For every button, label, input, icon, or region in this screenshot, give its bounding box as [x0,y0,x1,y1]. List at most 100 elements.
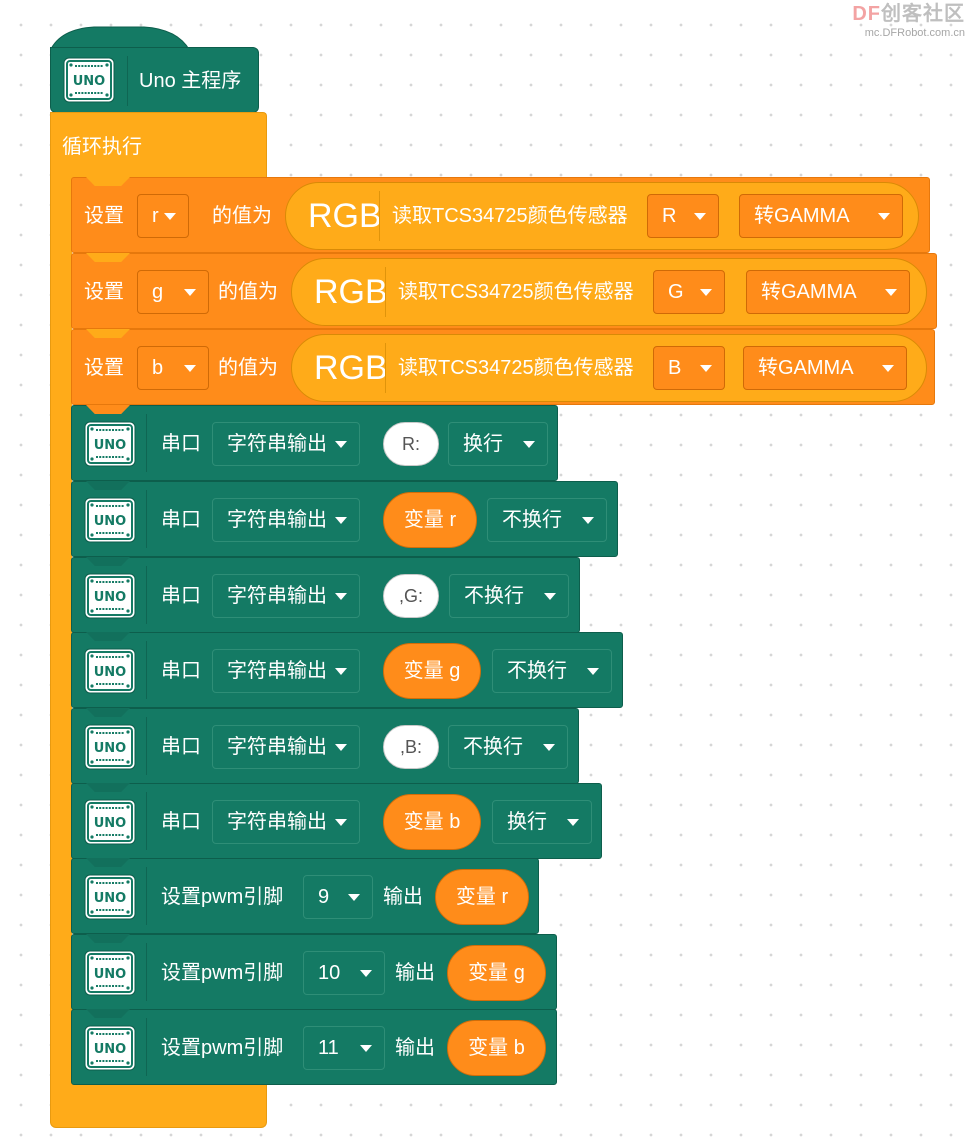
pwm-pin-dropdown[interactable]: 10 [303,951,385,995]
serial-label: 串口 [161,433,201,455]
uno-board-graphic: UNO [63,57,115,103]
reporter-separator [379,191,380,241]
caret-down-icon [335,668,347,675]
uno-board-icon: UNO [83,798,137,846]
main-program-hat-block[interactable]: UNO Uno 主程序 [50,25,259,113]
set-label: 设置 [84,281,124,303]
serial-label: 串口 [161,811,201,833]
variable-reporter[interactable]: 变量 b [447,1020,546,1076]
serial-print-block[interactable]: UNO 串口 字符串输出 ,B: 不换行 [71,708,579,784]
gamma-dropdown-value: 转GAMMA [761,281,857,303]
read-sensor-label: 读取TCS34725颜色传感器 [398,357,634,379]
gamma-dropdown[interactable]: 转GAMMA [743,346,907,390]
set-variable-block-g[interactable]: 设置 g 的值为 RGB 读取TCS34725颜色传感器 G 转GAMMA [71,253,937,329]
set-variable-block-r[interactable]: 设置 r 的值为 RGB 读取TCS34725颜色传感器 R 转GAMMA [71,177,930,253]
variable-reporter[interactable]: 变量 r [435,869,529,925]
reporter-separator [385,267,386,317]
caret-down-icon [544,593,556,600]
variable-reporter[interactable]: 变量 r [383,492,477,548]
newline-value: 不换行 [502,509,562,531]
serial-mode-dropdown[interactable]: 字符串输出 [212,574,360,618]
block-notch [86,405,130,414]
block-notch [86,783,130,792]
newline-value: 不换行 [463,736,523,758]
uno-board-icon: UNO [62,56,116,104]
channel-dropdown[interactable]: B [653,346,725,390]
serial-print-block[interactable]: UNO 串口 字符串输出 变量 g 不换行 [71,632,623,708]
serial-print-block[interactable]: UNO 串口 字符串输出 变量 r 不换行 [71,481,618,557]
uno-board-graphic: UNO [84,724,136,770]
rgb-sensor-reporter[interactable]: RGB 读取TCS34725颜色传感器 R 转GAMMA [285,182,919,250]
newline-dropdown[interactable]: 不换行 [492,649,612,693]
hat-separator [127,56,128,106]
caret-down-icon [335,744,347,751]
rgb-sensor-reporter[interactable]: RGB 读取TCS34725颜色传感器 B 转GAMMA [291,334,927,402]
rgb-label: RGB [314,349,388,387]
string-input[interactable]: ,B: [383,725,439,769]
serial-mode-dropdown[interactable]: 字符串输出 [212,422,360,466]
pwm-pin-dropdown[interactable]: 11 [303,1026,385,1070]
caret-down-icon [882,365,894,372]
assign-label: 的值为 [212,205,272,227]
variable-dropdown[interactable]: b [137,346,209,390]
rgb-sensor-reporter[interactable]: RGB 读取TCS34725颜色传感器 G 转GAMMA [291,258,927,326]
channel-dropdown-value: B [668,357,682,379]
pwm-output-block[interactable]: UNO 设置pwm引脚 10 输出 变量 g [71,934,557,1010]
forever-loop-block[interactable]: 循环执行 [50,112,267,178]
serial-print-block[interactable]: UNO 串口 字符串输出 ,G: 不换行 [71,557,580,633]
newline-dropdown[interactable]: 换行 [448,422,548,466]
uno-board-graphic: UNO [84,497,136,543]
channel-dropdown[interactable]: G [653,270,725,314]
block-notch [86,934,130,943]
serial-mode-dropdown[interactable]: 字符串输出 [212,649,360,693]
serial-print-block[interactable]: UNO 串口 字符串输出 变量 b 换行 [71,783,602,859]
newline-value: 不换行 [464,585,524,607]
output-label: 输出 [395,962,435,984]
newline-dropdown[interactable]: 换行 [492,800,592,844]
uno-board-icon: UNO [83,873,137,921]
variable-dropdown[interactable]: r [137,194,189,238]
caret-down-icon [360,970,372,977]
hat-body: UNO Uno 主程序 [50,47,259,113]
variable-reporter[interactable]: 变量 g [447,945,546,1001]
channel-dropdown[interactable]: R [647,194,719,238]
caret-down-icon [360,1045,372,1052]
newline-dropdown[interactable]: 不换行 [487,498,607,542]
uno-board-graphic: UNO [84,1025,136,1071]
block-notch [86,557,130,566]
loop-label: 循环执行 [62,136,142,158]
newline-dropdown[interactable]: 不换行 [448,725,568,769]
caret-down-icon [582,517,594,524]
caret-down-icon [164,213,176,220]
caret-down-icon [184,289,196,296]
variable-dropdown[interactable]: g [137,270,209,314]
uno-board-text: UNO [73,74,106,89]
serial-mode-dropdown[interactable]: 字符串输出 [212,800,360,844]
block-notch [86,858,130,867]
caret-down-icon [335,441,347,448]
gamma-dropdown[interactable]: 转GAMMA [746,270,910,314]
pwm-output-block[interactable]: UNO 设置pwm引脚 11 输出 变量 b [71,1009,557,1085]
set-variable-block-b[interactable]: 设置 b 的值为 RGB 读取TCS34725颜色传感器 B 转GAMMA [71,329,935,405]
reporter-separator [385,343,386,393]
variable-reporter[interactable]: 变量 g [383,643,481,699]
block-separator [146,566,147,624]
serial-mode-dropdown[interactable]: 字符串输出 [212,498,360,542]
serial-label: 串口 [161,660,201,682]
caret-down-icon [694,213,706,220]
uno-board-text: UNO [94,891,127,906]
string-input[interactable]: ,G: [383,574,439,618]
variable-reporter[interactable]: 变量 b [383,794,481,850]
pwm-output-block[interactable]: UNO 设置pwm引脚 9 输出 变量 r [71,858,539,934]
gamma-dropdown[interactable]: 转GAMMA [739,194,903,238]
newline-dropdown[interactable]: 不换行 [449,574,569,618]
caret-down-icon [184,365,196,372]
serial-mode-dropdown[interactable]: 字符串输出 [212,725,360,769]
channel-dropdown-value: G [668,281,684,303]
pwm-pin-dropdown[interactable]: 9 [303,875,373,919]
string-input[interactable]: R: [383,422,439,466]
uno-board-text: UNO [94,741,127,756]
serial-print-block[interactable]: UNO 串口 字符串输出 R: 换行 [71,405,558,481]
gamma-dropdown-value: 转GAMMA [754,205,850,227]
pwm-label: 设置pwm引脚 [161,1037,284,1059]
